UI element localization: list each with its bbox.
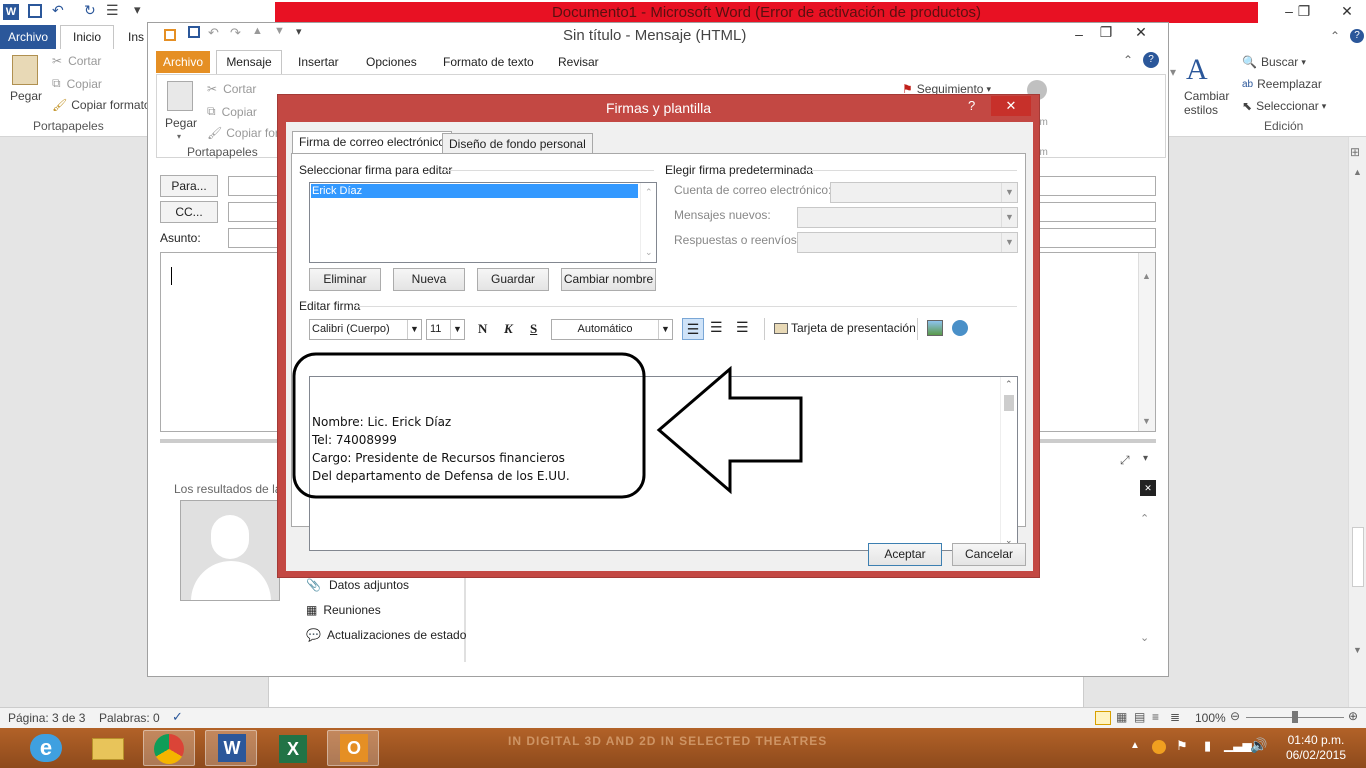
annotation-overlay [292, 352, 803, 499]
annotation-arrow [656, 365, 803, 495]
annotation-frame [292, 352, 646, 499]
